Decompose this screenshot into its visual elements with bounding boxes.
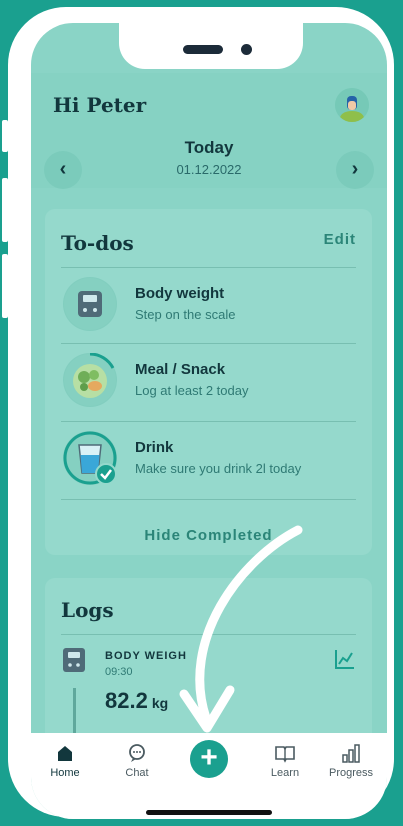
tab-label: Home: [50, 767, 80, 779]
water-glass-icon: [63, 431, 117, 485]
tab-label: Progress: [328, 767, 374, 779]
tab-learn[interactable]: Learn: [255, 743, 315, 779]
tab-bar: Home Chat + Learn Progress: [31, 733, 387, 819]
log-entry-time: 09:30: [105, 666, 133, 678]
todos-title: To-dos: [61, 231, 134, 255]
previous-day-button[interactable]: ‹: [44, 151, 82, 189]
edit-button[interactable]: Edit: [324, 231, 356, 248]
divider: [61, 634, 356, 635]
app-screen: Hi Peter Today 01.12.2022 ‹ › To-dos Edi: [31, 23, 387, 819]
date-title: Today: [184, 138, 234, 157]
log-value-unit: kg: [151, 695, 169, 711]
plus-icon: +: [200, 741, 218, 774]
add-entry-button[interactable]: +: [190, 740, 228, 778]
todo-title: Drink: [135, 439, 174, 456]
tab-progress[interactable]: Progress: [321, 743, 381, 779]
chevron-left-icon: ‹: [59, 158, 67, 180]
todo-item-body-weight[interactable]: Body weight Step on the scale: [61, 267, 356, 343]
log-entry-value: 82.2 kg: [105, 688, 168, 714]
avatar[interactable]: [335, 88, 369, 122]
todo-subtitle: Make sure you drink 2l today: [135, 461, 302, 476]
logs-title: Logs: [61, 598, 114, 622]
avatar-icon: [335, 88, 369, 122]
todo-title: Meal / Snack: [135, 361, 226, 378]
todo-subtitle: Step on the scale: [135, 307, 236, 322]
status-area: [31, 23, 387, 73]
todo-item-meal-snack[interactable]: Meal / Snack Log at least 2 today: [61, 343, 356, 419]
tab-label: Chat: [125, 767, 149, 779]
home-indicator: [146, 810, 272, 815]
tab-chat[interactable]: Chat: [107, 743, 167, 779]
header: Hi Peter Today 01.12.2022 ‹ ›: [31, 73, 387, 189]
todos-card: To-dos Edit Body weight Step on the scal…: [45, 209, 372, 555]
divider: [61, 499, 356, 500]
notch: [119, 23, 303, 69]
tab-label: Learn: [270, 767, 300, 779]
todo-subtitle: Log at least 2 today: [135, 383, 249, 398]
log-entry-name: BODY WEIGH: [105, 650, 187, 662]
bar-chart-icon: [342, 744, 360, 763]
chat-icon: [129, 744, 145, 762]
hide-completed-button[interactable]: Hide Completed: [45, 527, 372, 544]
todo-title: Body weight: [135, 285, 225, 302]
tab-home[interactable]: Home: [35, 743, 95, 779]
home-icon: [58, 746, 72, 761]
greeting: Hi Peter: [53, 93, 147, 117]
date-value: 01.12.2022: [176, 162, 242, 177]
meal-plate-icon: [63, 352, 117, 407]
next-day-button[interactable]: ›: [336, 151, 374, 189]
chevron-right-icon: ›: [351, 158, 359, 180]
trend-chart-icon[interactable]: [334, 648, 356, 675]
camera-icon: [241, 44, 252, 55]
speaker-icon: [183, 45, 223, 54]
todo-item-drink[interactable]: Drink Make sure you drink 2l today: [61, 421, 356, 497]
log-scale-icon: [63, 648, 85, 677]
scale-icon: [63, 277, 117, 331]
book-icon: [275, 746, 295, 763]
log-value-number: 82.2: [105, 688, 148, 713]
phone-frame: Hi Peter Today 01.12.2022 ‹ › To-dos Edi: [8, 7, 394, 819]
